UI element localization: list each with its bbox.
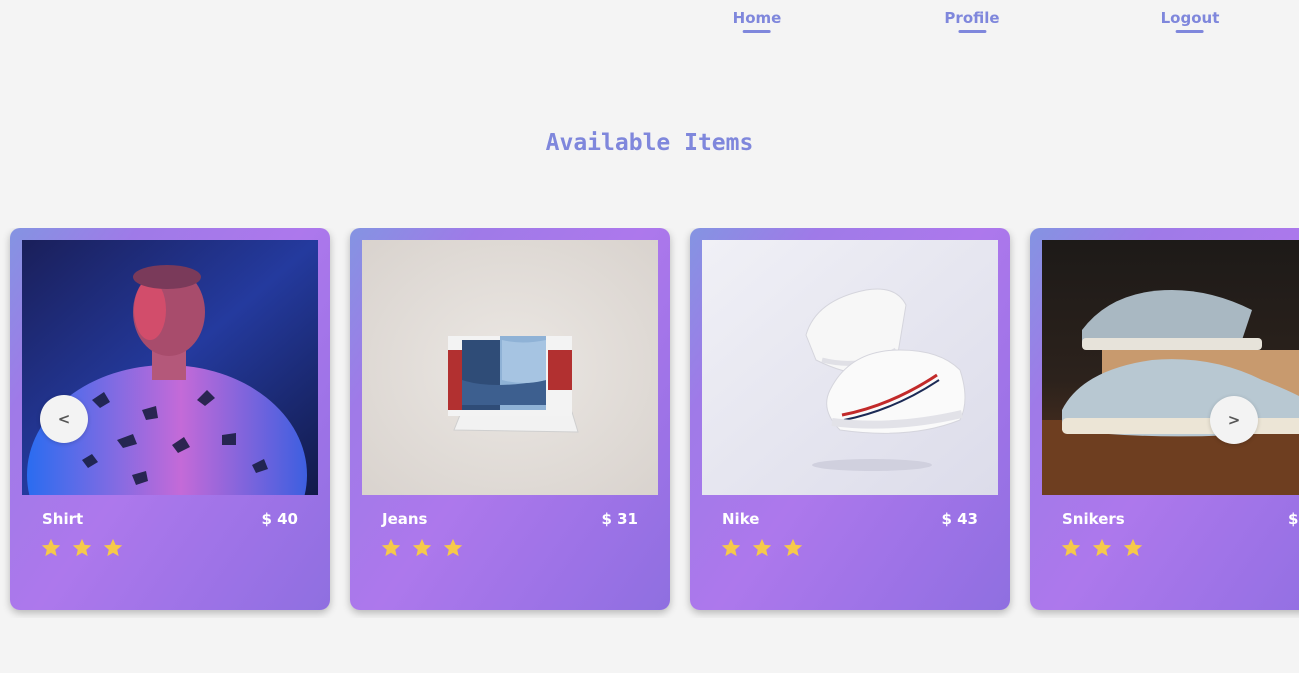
star-icon bbox=[72, 538, 92, 557]
product-card-nike[interactable]: Nike $ 43 bbox=[690, 228, 1010, 610]
star-icon bbox=[443, 538, 463, 557]
product-price: $ bbox=[1288, 510, 1299, 528]
product-rating bbox=[380, 537, 464, 559]
star-icon bbox=[41, 538, 61, 557]
product-name: Nike bbox=[722, 510, 760, 528]
product-name: Snikers bbox=[1062, 510, 1125, 528]
nav-logout-link[interactable]: Logout bbox=[1160, 9, 1220, 33]
nike-image bbox=[702, 240, 998, 495]
nav-home-label: Home bbox=[732, 9, 782, 27]
jeans-image bbox=[362, 240, 658, 495]
product-card-jeans[interactable]: Jeans $ 31 bbox=[350, 228, 670, 610]
product-price: $ 40 bbox=[261, 510, 298, 528]
star-icon bbox=[412, 538, 432, 557]
product-card-snikers[interactable]: BOO Snikers $ bbox=[1030, 228, 1299, 610]
product-rating bbox=[1060, 537, 1144, 559]
star-icon bbox=[1123, 538, 1143, 557]
nav-logout-label: Logout bbox=[1160, 9, 1220, 27]
nav-home-underline bbox=[742, 30, 771, 33]
star-icon bbox=[752, 538, 772, 557]
star-icon bbox=[783, 538, 803, 557]
page-title: Available Items bbox=[545, 130, 754, 156]
product-name: Jeans bbox=[382, 510, 428, 528]
nav-logout-underline bbox=[1175, 30, 1204, 33]
shirt-image bbox=[22, 240, 318, 495]
nav-profile-label: Profile bbox=[944, 9, 1000, 27]
nav-profile-underline bbox=[957, 30, 986, 33]
items-carousel: Shirt $ 40 Jeans $ 31 Nike $ 43 Snikers … bbox=[0, 228, 1299, 618]
carousel-prev-button[interactable]: < bbox=[40, 395, 88, 443]
snikers-image: BOO bbox=[1042, 240, 1299, 495]
nav-profile-link[interactable]: Profile bbox=[944, 9, 1000, 33]
nav-home-link[interactable]: Home bbox=[732, 9, 782, 33]
product-price: $ 31 bbox=[601, 510, 638, 528]
star-icon bbox=[381, 538, 401, 557]
carousel-next-button[interactable]: > bbox=[1210, 396, 1258, 444]
star-icon bbox=[103, 538, 123, 557]
star-icon bbox=[721, 538, 741, 557]
top-nav: Home Profile Logout bbox=[0, 0, 1299, 40]
star-icon bbox=[1092, 538, 1112, 557]
product-price: $ 43 bbox=[941, 510, 978, 528]
product-name: Shirt bbox=[42, 510, 84, 528]
star-icon bbox=[1061, 538, 1081, 557]
product-rating bbox=[40, 537, 124, 559]
product-rating bbox=[720, 537, 804, 559]
